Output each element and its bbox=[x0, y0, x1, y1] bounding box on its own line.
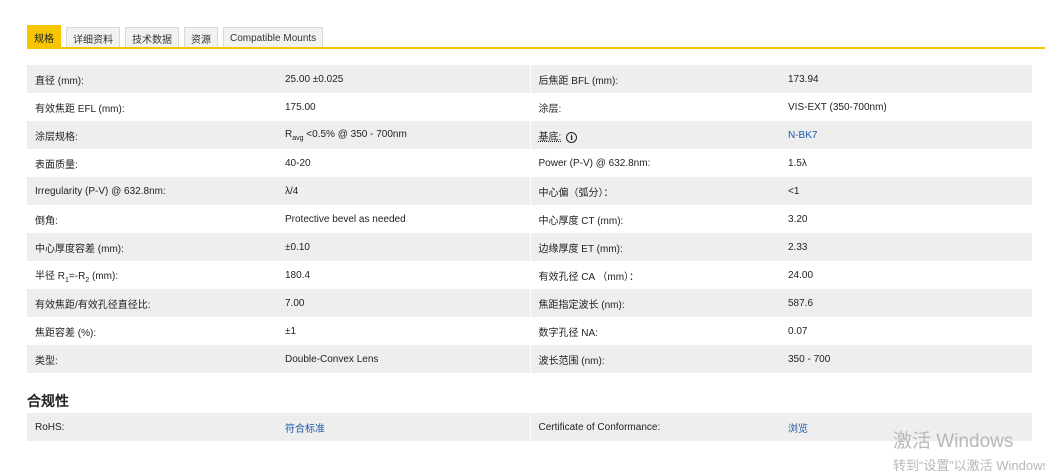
table-row: 中心厚度容差 (mm): ±0.10 边缘厚度 ET (mm): 2.33 bbox=[27, 233, 1032, 261]
spec-value: 180.4 bbox=[277, 261, 530, 289]
spec-label: 焦距容差 (%): bbox=[27, 317, 277, 345]
table-row: RoHS: 符合标准 Certificate of Conformance: 浏… bbox=[27, 413, 1032, 441]
spec-value: 25.00 ±0.025 bbox=[277, 65, 530, 93]
spec-label: 有效焦距/有效孔径直径比: bbox=[27, 289, 277, 317]
radius-label-post: (mm): bbox=[89, 270, 119, 282]
spec-label: 类型: bbox=[27, 345, 277, 373]
spec-label: 直径 (mm): bbox=[27, 65, 277, 93]
spec-label: 有效焦距 EFL (mm): bbox=[27, 93, 277, 121]
spec-label: 中心厚度 CT (mm): bbox=[529, 205, 780, 233]
table-row: 涂层规格: Ravg <0.5% @ 350 - 700nm 基底: i N-B… bbox=[27, 121, 1032, 149]
tab-compatible-mounts[interactable]: Compatible Mounts bbox=[223, 27, 324, 48]
spec-label: Certificate of Conformance: bbox=[529, 413, 780, 441]
compliance-title: 合规性 bbox=[27, 393, 69, 409]
spec-value: 173.94 bbox=[780, 65, 1032, 93]
spec-label: 数字孔径 NA: bbox=[529, 317, 780, 345]
spec-table: 直径 (mm): 25.00 ±0.025 后焦距 BFL (mm): 173.… bbox=[27, 65, 1032, 373]
substrate-label: 基底: bbox=[538, 131, 562, 143]
spec-label: 涂层: bbox=[529, 93, 780, 121]
spec-label: 边缘厚度 ET (mm): bbox=[529, 233, 780, 261]
spec-value: 2.33 bbox=[780, 233, 1032, 261]
table-row: 半径 R1=-R2 (mm): 180.4 有效孔径 CA （mm）： 24.0… bbox=[27, 261, 1032, 289]
spec-value: 175.00 bbox=[277, 93, 530, 121]
spec-value: ±1 bbox=[277, 317, 530, 345]
spec-label: Power (P-V) @ 632.8nm: bbox=[529, 149, 780, 177]
spec-label: 中心偏（弧分）： bbox=[529, 177, 780, 205]
spec-label: 涂层规格: bbox=[27, 121, 277, 149]
certificate-view-link[interactable]: 浏览 bbox=[788, 424, 808, 435]
coating-spec-text: <0.5% @ 350 - 700nm bbox=[303, 128, 407, 140]
spec-value: 符合标准 bbox=[277, 413, 530, 441]
spec-value: ±0.10 bbox=[277, 233, 530, 261]
spec-value: 1.5λ bbox=[780, 149, 1032, 177]
spec-value: Ravg <0.5% @ 350 - 700nm bbox=[277, 121, 530, 149]
spec-label: RoHS: bbox=[27, 413, 277, 441]
spec-label: 倒角: bbox=[27, 205, 277, 233]
tab-underline bbox=[27, 47, 1045, 49]
tab-technical-data[interactable]: 技术数据 bbox=[125, 27, 179, 48]
spec-value: 0.07 bbox=[780, 317, 1032, 345]
table-row: 表面质量: 40-20 Power (P-V) @ 632.8nm: 1.5λ bbox=[27, 149, 1032, 177]
spec-value: 40-20 bbox=[277, 149, 530, 177]
spec-label: 表面质量: bbox=[27, 149, 277, 177]
spec-label: 焦距指定波长 (nm): bbox=[529, 289, 780, 317]
spec-label: 中心厚度容差 (mm): bbox=[27, 233, 277, 261]
spec-label: Irregularity (P-V) @ 632.8nm: bbox=[27, 177, 277, 205]
spec-label: 波长范围 (nm): bbox=[529, 345, 780, 373]
spec-value: 587.6 bbox=[780, 289, 1032, 317]
watermark-line-2: 转到“设置”以激活 Windows。 bbox=[893, 458, 1045, 473]
spec-value: 3.20 bbox=[780, 205, 1032, 233]
tab-resources[interactable]: 资源 bbox=[184, 27, 218, 48]
rohs-link[interactable]: 符合标准 bbox=[285, 424, 325, 435]
spec-value: 24.00 bbox=[780, 261, 1032, 289]
tab-bar: 规格 详细资料 技术数据 资源 Compatible Mounts bbox=[27, 24, 328, 48]
table-row: 倒角: Protective bevel as needed 中心厚度 CT (… bbox=[27, 205, 1032, 233]
spec-value: Protective bevel as needed bbox=[277, 205, 530, 233]
radius-label-mid: =-R bbox=[68, 270, 86, 282]
table-row: 有效焦距 EFL (mm): 175.00 涂层: VIS-EXT (350-7… bbox=[27, 93, 1032, 121]
compliance-table: RoHS: 符合标准 Certificate of Conformance: 浏… bbox=[27, 413, 1032, 441]
tab-specs[interactable]: 规格 bbox=[27, 25, 61, 48]
table-row: 直径 (mm): 25.00 ±0.025 后焦距 BFL (mm): 173.… bbox=[27, 65, 1032, 93]
table-row: 有效焦距/有效孔径直径比: 7.00 焦距指定波长 (nm): 587.6 bbox=[27, 289, 1032, 317]
radius-label-pre: 半径 R bbox=[35, 270, 65, 282]
info-icon[interactable]: i bbox=[566, 131, 578, 143]
spec-value: <1 bbox=[780, 177, 1032, 205]
spec-value: Double-Convex Lens bbox=[277, 345, 530, 373]
table-row: 焦距容差 (%): ±1 数字孔径 NA: 0.07 bbox=[27, 317, 1032, 345]
spec-value: VIS-EXT (350-700nm) bbox=[780, 93, 1032, 121]
spec-value: 350 - 700 bbox=[780, 345, 1032, 373]
reflectance-subscript: avg bbox=[292, 134, 304, 142]
spec-label: 基底: i bbox=[529, 121, 780, 149]
windows-activation-watermark: 激活 Windows 转到“设置”以激活 Windows。 bbox=[893, 426, 1045, 474]
spec-label: 半径 R1=-R2 (mm): bbox=[27, 261, 277, 289]
watermark-line-1: 激活 Windows bbox=[893, 431, 1014, 452]
spec-value: 7.00 bbox=[277, 289, 530, 317]
spec-label: 有效孔径 CA （mm）： bbox=[529, 261, 780, 289]
tab-details[interactable]: 详细资料 bbox=[66, 27, 120, 48]
table-row: Irregularity (P-V) @ 632.8nm: λ/4 中心偏（弧分… bbox=[27, 177, 1032, 205]
spec-value: N-BK7 bbox=[780, 121, 1032, 149]
spec-value: λ/4 bbox=[277, 177, 530, 205]
substrate-link[interactable]: N-BK7 bbox=[788, 130, 817, 141]
table-row: 类型: Double-Convex Lens 波长范围 (nm): 350 - … bbox=[27, 345, 1032, 373]
spec-label: 后焦距 BFL (mm): bbox=[529, 65, 780, 93]
